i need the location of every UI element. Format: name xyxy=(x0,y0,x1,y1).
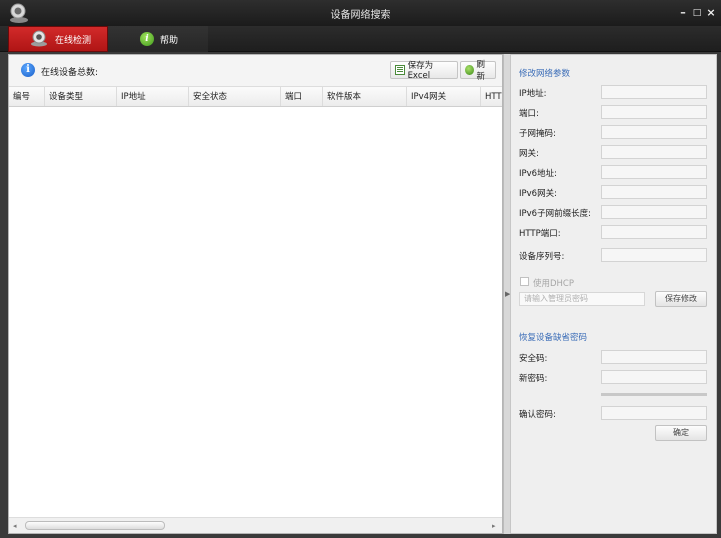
ip-address-label: IP地址: xyxy=(519,89,547,99)
subnet-mask-input[interactable] xyxy=(601,125,707,139)
scroll-right-arrow-icon[interactable]: ▸ xyxy=(492,522,496,530)
save-changes-button[interactable]: 保存修改 xyxy=(655,291,707,307)
ipv6-address-input[interactable] xyxy=(601,165,707,179)
security-code-label: 安全码: xyxy=(519,354,548,364)
tab-bar: 在线检测 i 帮助 xyxy=(0,26,721,52)
ipv6-gateway-input[interactable] xyxy=(601,185,707,199)
close-button[interactable]: × xyxy=(705,6,717,20)
minimize-button[interactable]: – xyxy=(677,6,689,20)
horizontal-scroll-thumb[interactable] xyxy=(25,521,165,530)
column-header-ip-address[interactable]: IP地址 xyxy=(117,87,189,106)
device-table-header: 编号 设备类型 IP地址 安全状态 端口 软件版本 IPv4网关 HTT xyxy=(9,87,502,107)
modify-network-params-title: 修改网络参数 xyxy=(519,69,571,79)
confirm-password-input[interactable] xyxy=(601,406,707,420)
column-header-security-status[interactable]: 安全状态 xyxy=(189,87,281,106)
device-table-body[interactable] xyxy=(9,108,502,517)
ipv6-address-label: IPv6地址: xyxy=(519,169,557,179)
use-dhcp-label: 使用DHCP xyxy=(533,279,574,289)
column-header-software-version[interactable]: 软件版本 xyxy=(323,87,407,106)
save-excel-label: 保存为Excel xyxy=(407,61,434,81)
column-header-number[interactable]: 编号 xyxy=(9,87,45,106)
confirm-button[interactable]: 确定 xyxy=(655,425,707,441)
maximize-button[interactable]: □ xyxy=(691,6,703,20)
online-device-total-label: 在线设备总数: xyxy=(41,68,99,78)
security-code-input[interactable] xyxy=(601,350,707,364)
http-port-label: HTTP端口: xyxy=(519,229,561,239)
save-excel-button[interactable]: 保存为Excel xyxy=(390,61,458,81)
port-input[interactable] xyxy=(601,105,707,119)
device-serial-label: 设备序列号: xyxy=(519,252,565,262)
column-header-http[interactable]: HTT xyxy=(481,87,502,106)
device-serial-input[interactable] xyxy=(601,248,707,262)
device-list-toolbar: i 在线设备总数: 保存为Excel 刷新 xyxy=(9,55,502,87)
title-bar: 设备网络搜索 – □ × xyxy=(0,0,721,26)
gateway-label: 网关: xyxy=(519,149,539,159)
admin-password-input[interactable]: 请输入管理员密码 xyxy=(519,292,645,306)
online-detection-icon xyxy=(29,29,49,50)
scroll-left-arrow-icon[interactable]: ◂ xyxy=(13,522,17,530)
ipv6-prefix-length-label: IPv6子网前缀长度: xyxy=(519,209,591,219)
new-password-label: 新密码: xyxy=(519,374,548,384)
port-label: 端口: xyxy=(519,109,539,119)
use-dhcp-checkbox[interactable] xyxy=(520,277,529,286)
restore-default-password-title: 恢复设备缺省密码 xyxy=(519,333,588,343)
tab-help[interactable]: i 帮助 xyxy=(108,26,208,52)
parameters-panel: 修改网络参数 IP地址: 端口: 子网掩码: 网关: IPv6地址: IPv6网… xyxy=(510,54,717,534)
confirm-password-label: 确认密码: xyxy=(519,410,556,420)
http-port-input[interactable] xyxy=(601,225,707,239)
ip-address-input[interactable] xyxy=(601,85,707,99)
ipv6-gateway-label: IPv6网关: xyxy=(519,189,557,199)
excel-icon xyxy=(395,65,405,75)
column-header-device-type[interactable]: 设备类型 xyxy=(45,87,117,106)
new-password-input[interactable] xyxy=(601,370,707,384)
column-header-ipv4-gateway[interactable]: IPv4网关 xyxy=(407,87,481,106)
password-strength-bar xyxy=(601,393,707,396)
help-icon: i xyxy=(140,32,154,46)
column-header-port[interactable]: 端口 xyxy=(281,87,323,106)
gateway-input[interactable] xyxy=(601,145,707,159)
window-title: 设备网络搜索 xyxy=(330,10,391,21)
info-icon: i xyxy=(21,63,35,77)
tab-help-label: 帮助 xyxy=(160,35,179,46)
horizontal-scrollbar[interactable]: ◂ ▸ xyxy=(9,517,502,533)
ipv6-prefix-length-input[interactable] xyxy=(601,205,707,219)
device-list-panel: i 在线设备总数: 保存为Excel 刷新 编号 设备类型 IP地址 安全状态 … xyxy=(8,54,503,534)
panel-splitter[interactable]: ▶ xyxy=(503,54,510,534)
refresh-label: 刷新 xyxy=(476,60,486,82)
subnet-mask-label: 子网掩码: xyxy=(519,129,556,139)
refresh-icon xyxy=(465,65,474,75)
tab-online-detection[interactable]: 在线检测 xyxy=(8,26,108,52)
refresh-button[interactable]: 刷新 xyxy=(460,60,496,82)
tab-online-detection-label: 在线检测 xyxy=(55,35,92,46)
